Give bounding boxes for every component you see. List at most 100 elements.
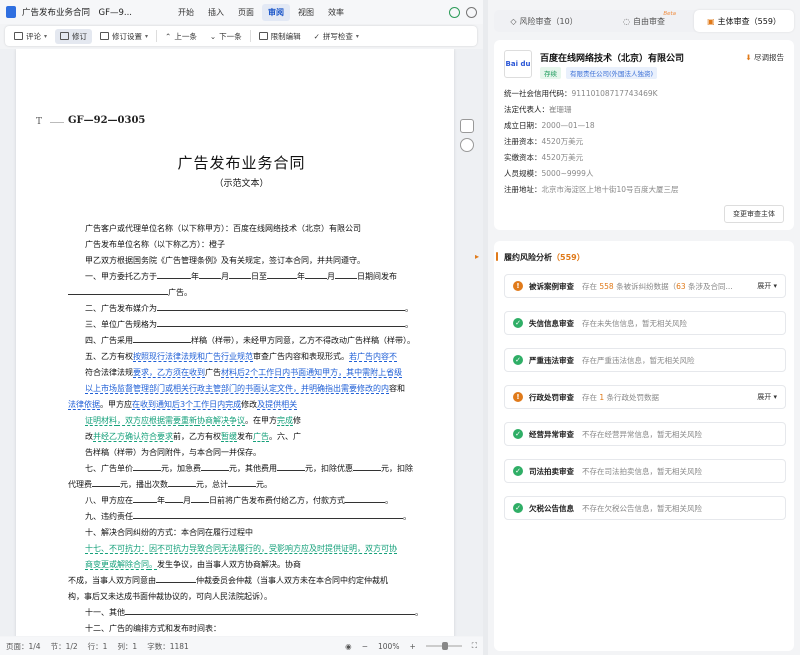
- arbitration-cont: 构，事后又未达成书面仲裁协议的，可向人民法院起诉）。: [68, 592, 272, 601]
- expand-button[interactable]: 展开 ▾: [757, 281, 777, 291]
- blank-field[interactable]: [133, 495, 157, 503]
- text-run: 元，扣除: [381, 464, 413, 473]
- word-count[interactable]: 字数：1181: [147, 641, 189, 652]
- clause-17-cont: 商变更或解除合同。发生争议，由当事人双方协商解决。协商: [85, 559, 301, 570]
- tab-free-review[interactable]: ◌ 自由审查 Beta: [594, 10, 694, 32]
- eye-icon[interactable]: ◉: [345, 642, 352, 651]
- download-icon: ⬇: [745, 53, 752, 62]
- blank-field[interactable]: [199, 271, 221, 279]
- tracked-insertion[interactable]: 。: [149, 560, 157, 570]
- tracked-insertion[interactable]: 以上市场监督管理部门或相关行政主管部门的书面认定文件，并明确指出需要修改的内: [85, 384, 389, 394]
- change-entity-button[interactable]: 变更审查主体: [724, 205, 784, 223]
- spell-check-button[interactable]: ✓ 拼写检查 ▾: [309, 29, 364, 44]
- blank-field[interactable]: [92, 479, 120, 487]
- blank-field[interactable]: [68, 287, 168, 295]
- menu-review[interactable]: 审阅: [262, 3, 290, 21]
- document-tab-title[interactable]: 广告发布业务合同 GF—9...: [22, 6, 132, 18]
- risk-item-judicial-auction[interactable]: ✓ 司法拍卖审查 不存在司法拍卖信息，暂无相关风险: [504, 459, 786, 483]
- tracked-insertion[interactable]: 内书面通知甲方，其中需附上省级: [282, 368, 403, 378]
- cloud-sync-icon[interactable]: [449, 6, 460, 18]
- desc-text: 存在: [582, 281, 600, 291]
- risk-item-lawsuits[interactable]: ! 被诉案例审查 存在 558 条被诉纠纷数据（63 条涉及合同... 展开 ▾: [504, 274, 786, 298]
- fullscreen-icon[interactable]: ⛶: [472, 641, 477, 651]
- tracked-insertion[interactable]: 广告: [253, 432, 269, 442]
- tracked-insertion[interactable]: 法律依据: [68, 400, 100, 410]
- page-indicator[interactable]: 页面：1/4: [6, 641, 41, 652]
- tracked-insertion[interactable]: 并经乙方确认符合要求: [93, 432, 173, 442]
- zoom-level[interactable]: 100%: [378, 642, 399, 651]
- blank-field[interactable]: [353, 463, 381, 471]
- menu-home[interactable]: 开始: [172, 4, 200, 21]
- blank-field[interactable]: [133, 463, 161, 471]
- app-window: 广告发布业务合同 GF—9... 开始 插入 页面 审阅 视图 效率 评论 ▾ 修…: [0, 0, 800, 655]
- text-run: 四、广告采用: [85, 336, 133, 345]
- menu-view[interactable]: 视图: [292, 4, 320, 21]
- blank-field[interactable]: [157, 319, 405, 327]
- column-indicator: 列：1: [117, 641, 138, 651]
- risk-item-dishonesty[interactable]: ✓ 失信信息审查 存在未失信信息，暂无相关风险: [504, 311, 786, 335]
- blank-field[interactable]: [345, 495, 385, 503]
- menu-efficiency[interactable]: 效率: [322, 4, 350, 21]
- margin-marker: [50, 122, 64, 123]
- zoom-in-icon[interactable]: +: [409, 642, 415, 651]
- tracked-insertion[interactable]: 完成: [277, 416, 293, 426]
- blank-field[interactable]: [201, 463, 229, 471]
- menu-page[interactable]: 页面: [232, 4, 260, 21]
- menu-insert[interactable]: 插入: [202, 4, 230, 21]
- status-bar: 页面：1/4 节：1/2 行：1 列：1 字数：1181 ◉ − 100% + …: [0, 637, 483, 655]
- risk-item-tax-arrears[interactable]: ✓ 欠税公告信息 不存在欠税公告信息，暂无相关风险: [504, 496, 786, 520]
- tab-entity-review[interactable]: ▣ 主体审查（559）: [694, 10, 794, 32]
- expand-button[interactable]: 展开 ▾: [757, 392, 777, 402]
- text-run: 发生争议，由当事人双方协商解决。协商: [157, 560, 301, 569]
- tracked-insertion[interactable]: 若广告内容不: [349, 352, 397, 362]
- tracked-insertion[interactable]: 重新: [181, 416, 197, 426]
- blank-field[interactable]: [165, 495, 183, 503]
- due-diligence-report-link[interactable]: ⬇ 尽调报告: [745, 52, 784, 63]
- tracked-insertion[interactable]: 商变更或解除合同: [85, 560, 149, 570]
- blank-field[interactable]: [335, 271, 357, 279]
- blank-field[interactable]: [228, 479, 256, 487]
- contract-title: 广告发布业务合同: [177, 154, 306, 172]
- tracked-insertion[interactable]: 在收到通知后3个工作日内完成: [132, 400, 242, 410]
- comment-button[interactable]: 评论 ▾: [9, 29, 52, 44]
- blank-field[interactable]: [191, 495, 209, 503]
- zoom-slider[interactable]: [425, 642, 462, 650]
- previous-change-button[interactable]: ⌃ 上一条: [160, 29, 202, 44]
- blank-field[interactable]: [133, 511, 403, 519]
- tracked-insertion[interactable]: 材料后2个工作日: [221, 368, 283, 378]
- tracked-insertion[interactable]: 暂缓: [221, 432, 237, 442]
- risk-item-penalties[interactable]: ! 行政处罚审查 存在 1 条行政处罚数据 展开 ▾: [504, 385, 786, 409]
- blank-field[interactable]: [277, 463, 305, 471]
- tracked-insertion[interactable]: 要求，乙方须在收到: [133, 368, 205, 378]
- tracked-insertion[interactable]: 按照现行法律法规和广告行业规范: [133, 352, 253, 362]
- blank-field[interactable]: [168, 479, 196, 487]
- restrict-editing-label: 限制编辑: [270, 31, 301, 41]
- track-settings-button[interactable]: 修订设置 ▾: [95, 29, 153, 44]
- risk-item-desc: 不存在司法拍卖信息，暂无相关风险: [582, 466, 702, 476]
- blank-field[interactable]: [157, 303, 405, 311]
- document-canvas[interactable]: T GF—92—0305 广告发布业务合同 （示范文本） 广告客户或代理单位名称…: [0, 49, 483, 636]
- blank-field[interactable]: [133, 335, 191, 343]
- risk-item-abnormal-operation[interactable]: ✓ 经营异常审查 不存在经营异常信息，暂无相关风险: [504, 422, 786, 446]
- blank-field[interactable]: [305, 271, 327, 279]
- tracked-insertion[interactable]: 及提供相关: [257, 400, 298, 410]
- blank-field[interactable]: [156, 575, 196, 583]
- tracked-insertion[interactable]: ，双方应根据需要: [117, 416, 181, 426]
- blank-field[interactable]: [157, 271, 191, 279]
- tracked-insertion[interactable]: 协商解决争议: [197, 416, 245, 426]
- comment-sidebar-icon[interactable]: [460, 119, 474, 133]
- restrict-editing-button[interactable]: 限制编辑: [254, 29, 306, 44]
- tracked-insertion[interactable]: 证明材料: [85, 416, 117, 426]
- panel-collapse-icon[interactable]: ▸: [475, 252, 479, 261]
- zoom-out-icon[interactable]: −: [362, 642, 368, 651]
- blank-field[interactable]: [229, 271, 251, 279]
- track-changes-button[interactable]: 修订: [55, 28, 93, 44]
- next-change-button[interactable]: ⌄ 下一条: [205, 29, 247, 44]
- tracked-insertion[interactable]: 十七、不可抗力：因不可抗力导致合同无法履行的，受影响方应及时提供证明，双方可协: [85, 544, 397, 554]
- blank-field[interactable]: [267, 271, 297, 279]
- blank-field[interactable]: [125, 607, 415, 615]
- risk-item-violations[interactable]: ✓ 严重违法审查 存在严重违法信息，暂无相关风险: [504, 348, 786, 372]
- tab-risk-review[interactable]: ◇ 风险审查（10）: [494, 10, 594, 32]
- collapse-ribbon-icon[interactable]: [466, 6, 477, 18]
- emoji-icon[interactable]: [460, 138, 474, 152]
